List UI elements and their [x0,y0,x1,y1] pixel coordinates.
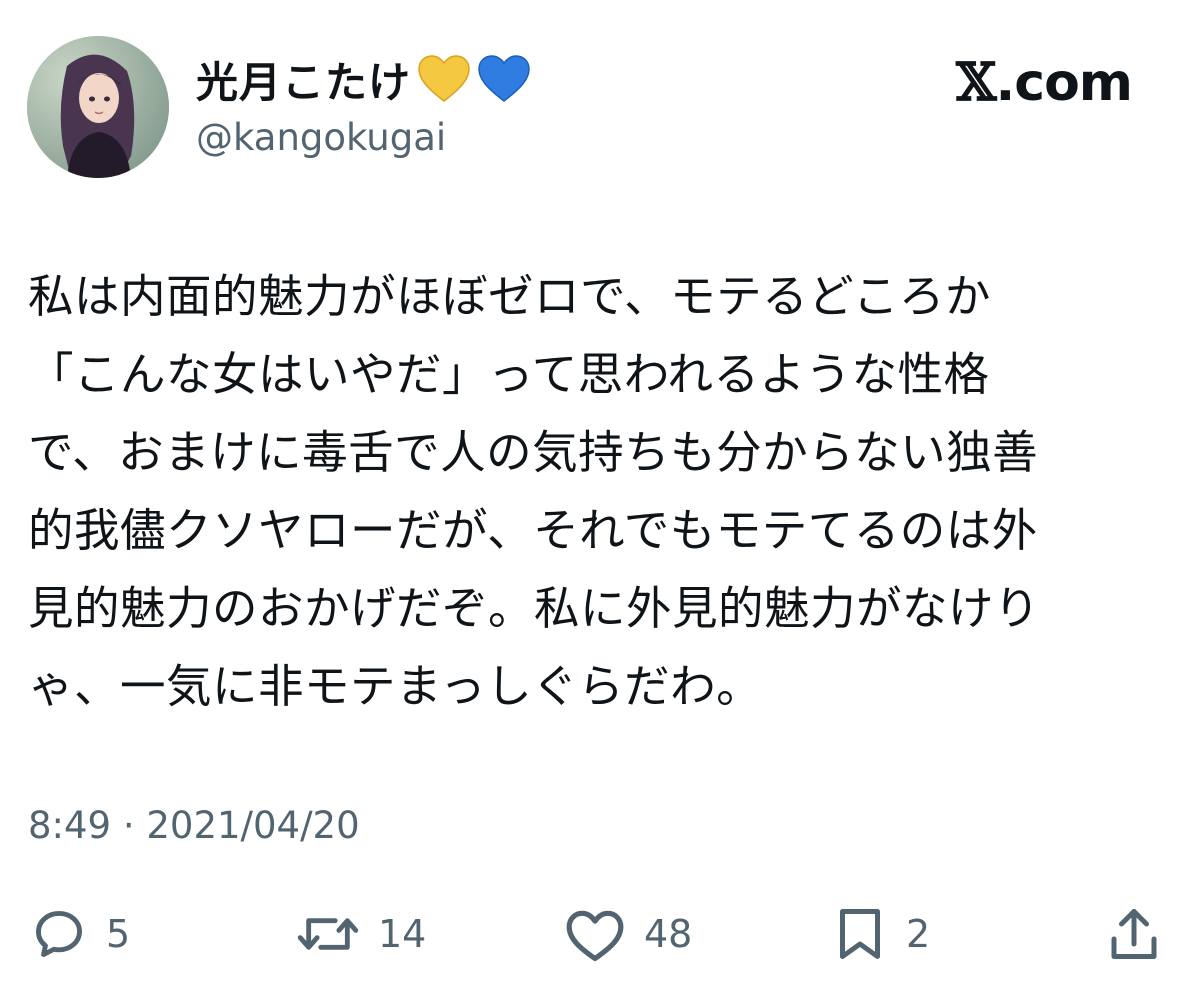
brand-suffix: .com [995,53,1133,113]
reply-button[interactable]: 5 [30,894,130,974]
tweet-line: で、おまけに毒舌で人の気持ちも分からない独善 [28,426,1039,479]
avatar[interactable] [27,36,169,178]
x-logo-icon: 𝕏 [956,52,996,113]
heart-icon [566,910,624,962]
bookmark-icon [840,909,880,959]
bookmark-button[interactable]: 2 [832,894,930,974]
reply-icon [36,911,82,957]
tweet-actions-bar: 5 14 48 2 [0,894,1200,974]
yellow-heart-icon [417,54,471,104]
tweet-timestamp[interactable]: 8:49 · 2021/04/20 [28,804,360,847]
share-button[interactable] [1106,894,1162,974]
reply-count: 5 [106,912,131,956]
like-count: 48 [644,912,693,956]
like-button[interactable]: 48 [564,894,692,974]
tweet-line: 的我儘クソヤローだが、それでもモテてるのは外 [28,504,1038,557]
share-icon [1111,909,1157,959]
repost-button[interactable]: 14 [296,894,426,974]
repost-icon [297,918,359,950]
tweet-line: 私は内面的魅力がほぼゼロで、モテるどころか [28,270,991,323]
avatar-image [27,36,169,178]
tweet-line: 「こんな女はいやだ」って思われるような性格 [28,348,990,401]
user-handle[interactable]: @kangokugai [196,116,446,159]
display-name-text: 光月こたけ [196,57,412,107]
tweet-line: 見的魅力のおかげだぞ。私に外見的魅力がなけり [28,582,1041,635]
bookmark-count: 2 [906,912,931,956]
tweet-line: ゃ、一気に非モテまっしぐらだわ。 [28,660,763,713]
repost-count: 14 [378,912,427,956]
x-com-logo: 𝕏.com [956,52,1133,113]
user-display-name[interactable]: 光月こたけ [196,50,531,108]
blue-heart-icon [477,54,531,104]
tweet-text: 私は内面的魅力がほぼゼロで、モテるどころか 「こんな女はいやだ」って思われるよう… [28,258,1158,726]
